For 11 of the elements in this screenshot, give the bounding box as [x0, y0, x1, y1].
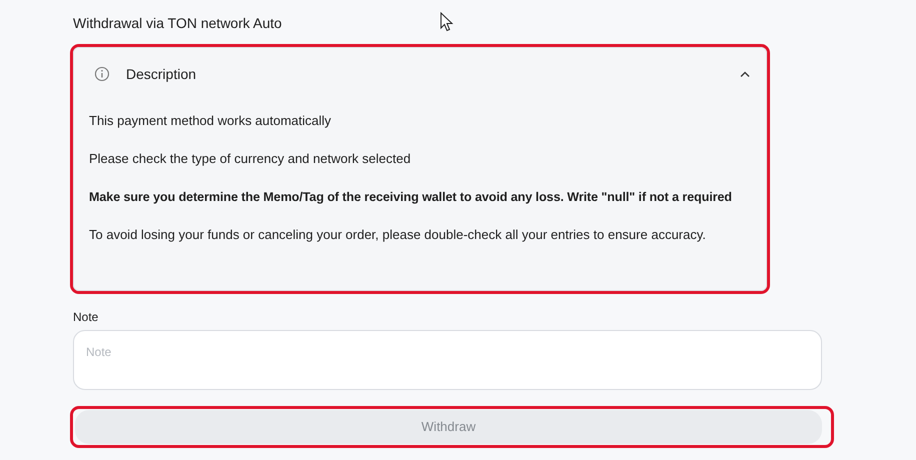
note-field[interactable]: Note — [73, 330, 822, 390]
description-text: Make sure you determine the Memo/Tag of the receiving wallet to avoid any loss. Write "null" if not a required — [89, 189, 733, 206]
description-text: Please check the type of currency and network selected — [89, 150, 412, 168]
description-text: To avoid losing your funds or canceling your order, please double-check all your entries to ensure accuracy. — [89, 226, 707, 244]
info-icon — [94, 66, 110, 82]
page-title: Withdrawal via TON network Auto — [73, 14, 282, 33]
description-heading: Description — [126, 64, 198, 84]
note-label: Note — [73, 309, 100, 326]
cursor-icon — [440, 12, 454, 32]
description-header[interactable]: Description — [74, 48, 766, 100]
description-text: This payment method works automatically — [89, 112, 332, 130]
